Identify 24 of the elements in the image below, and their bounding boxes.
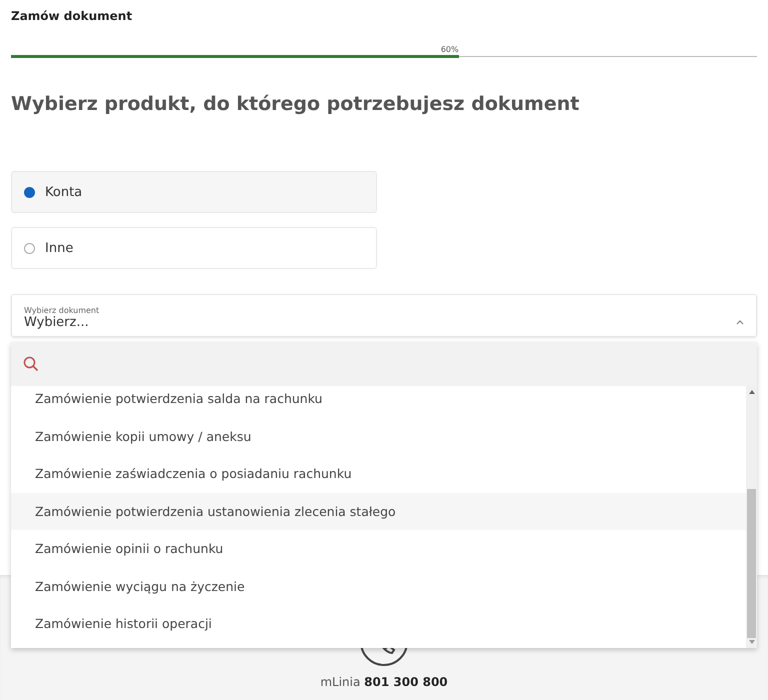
radio-button[interactable] [24,242,35,254]
dropdown-option[interactable]: Zamówienie wyciągu na życzenie [11,568,746,605]
search-icon [23,356,39,372]
scroll-down-icon[interactable] [748,640,754,644]
progress-percent: 60% [440,45,459,54]
dropdown-option[interactable]: Zamówienie historii operacji [11,605,746,642]
dropdown-option[interactable]: Zamówienie kopii umowy / aneksu [11,418,746,455]
radio-option[interactable]: Konta [11,171,377,213]
scroll-thumb[interactable] [747,489,756,638]
page-title: Zamów dokument [11,9,134,23]
radio-button[interactable] [24,186,35,198]
document-select[interactable]: Wybierz dokument Wybierz... [11,294,757,337]
scroll-up-icon[interactable] [748,390,754,394]
search-field[interactable] [11,342,757,386]
select-label: Wybierz dokument [24,306,100,315]
radio-option[interactable]: Inne [11,227,377,269]
dropdown-option[interactable]: Zamówienie potwierdzenia ustanowienia zlecenia stałego [11,492,746,530]
section-heading: Wybierz produkt, do którego potrzebujesz dokument [11,93,580,115]
select-value: Wybierz... [24,315,90,330]
hotline-text: mLinia 801 300 800 [320,675,448,689]
dropdown-option[interactable]: Zamówienie potwierdzenia salda na rachunku [11,386,746,418]
scrollbar[interactable] [746,386,757,648]
dropdown-option[interactable]: Zamówienie zaświadczenia o posiadaniu rachunku [11,455,746,492]
dropdown-option[interactable]: Zamówienie opinii o rachunku [11,530,746,568]
